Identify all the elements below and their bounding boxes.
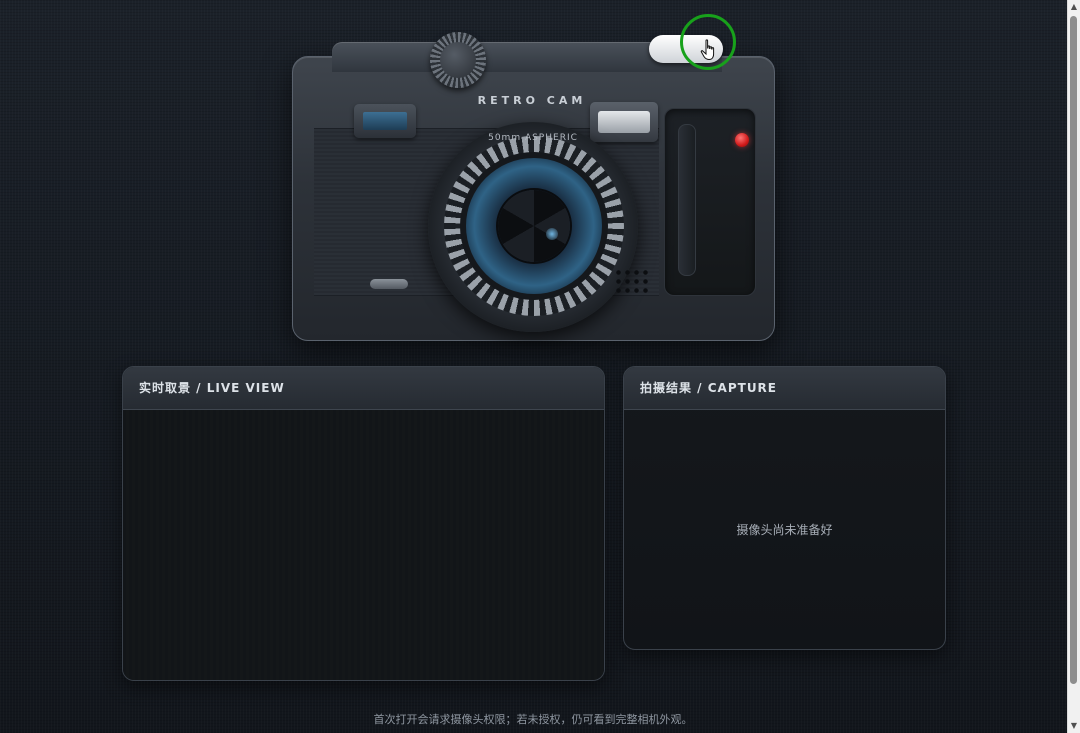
live-view-panel: 实时取景 / LIVE VIEW [122, 366, 605, 681]
speaker-grille [614, 268, 650, 296]
side-button[interactable] [370, 279, 408, 289]
capture-title: 拍摄结果 / CAPTURE [624, 367, 945, 410]
capture-panel: 拍摄结果 / CAPTURE 摄像头尚未准备好 [623, 366, 946, 650]
mode-dial[interactable] [430, 32, 486, 88]
triangle-down-icon[interactable]: ▼ [1070, 722, 1078, 730]
live-view-feed [123, 410, 604, 680]
scrollbar-thumb[interactable] [1070, 16, 1077, 684]
viewfinder-window [354, 104, 416, 138]
page-scrollbar[interactable]: ▲ ▼ [1067, 0, 1080, 733]
grip-strip [678, 124, 696, 276]
hand-pointer-icon [700, 39, 715, 61]
lens-glint [546, 228, 558, 240]
footer-note: 首次打开会请求摄像头权限；若未授权，仍可看到完整相机外观。 [373, 713, 693, 726]
live-view-title: 实时取景 / LIVE VIEW [123, 367, 604, 410]
lens-iris [498, 190, 570, 262]
camera: RETRO CAM 50mm ASPHERIC [292, 14, 775, 341]
record-indicator-light [735, 133, 749, 147]
capture-placeholder-text: 摄像头尚未准备好 [736, 523, 833, 537]
lens-label: 50mm ASPHERIC [488, 133, 578, 143]
capture-result-area: 摄像头尚未准备好 [624, 410, 945, 649]
triangle-up-icon[interactable]: ▲ [1070, 3, 1078, 11]
